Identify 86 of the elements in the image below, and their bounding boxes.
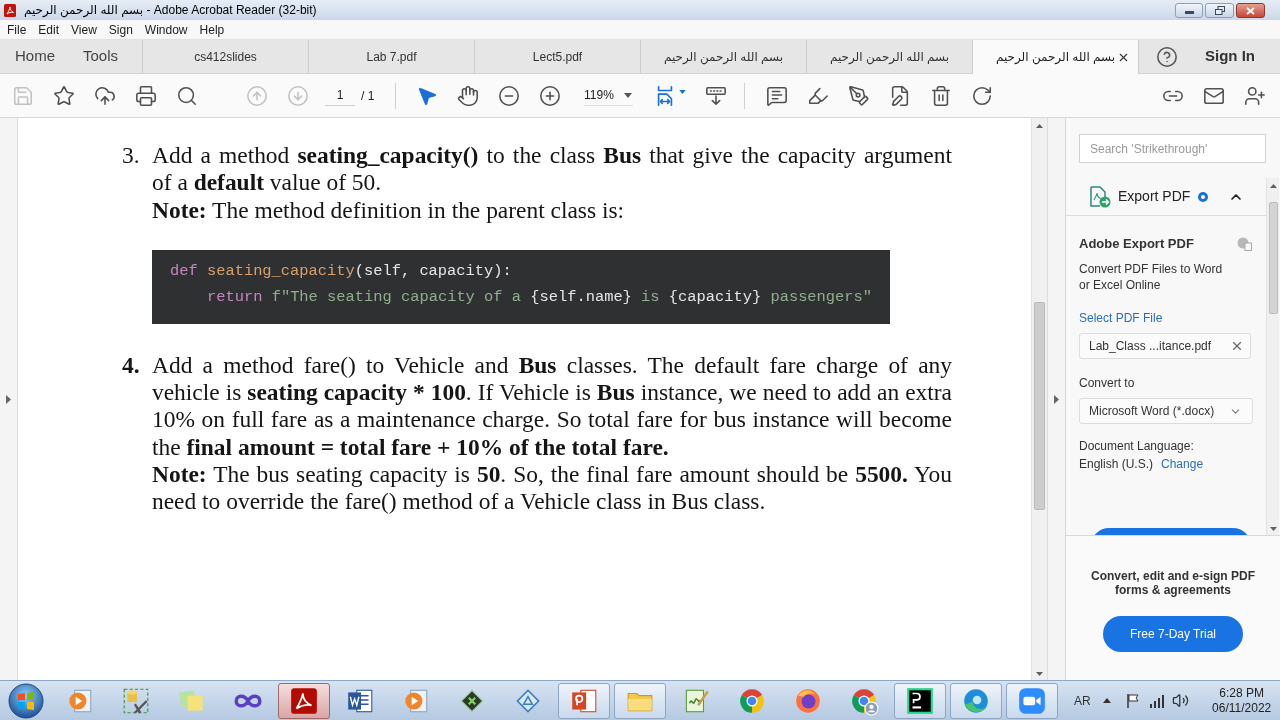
badge-icon xyxy=(1198,191,1209,202)
close-icon xyxy=(1246,6,1255,15)
scrollbar-thumb[interactable] xyxy=(1034,302,1045,510)
menu-item[interactable]: Help xyxy=(199,20,225,39)
scroll-down-icon[interactable] xyxy=(1269,527,1277,531)
pdf-icon xyxy=(4,3,16,17)
window-title: بسم الله الرحمن الرحيم - Adobe Acrobat Reader (32-bit) xyxy=(24,2,317,20)
section-heading: Adobe Export PDF xyxy=(1079,236,1194,252)
scroll-up-icon[interactable] xyxy=(1036,124,1043,128)
instruction-text: Add a method fare() to Vehicle and Bus classes. The default fare charge of any vehicle is seating capacity * 100. If Vehicle is Bus instance, we need to add an extra 10% on full fare as a maintenance charge. So total fare for bus instance will become the final amount = total fare + 10% of the total fare. xyxy=(152,351,952,462)
menu-item[interactable]: Sign xyxy=(108,20,133,39)
pdf-icon xyxy=(289,685,319,716)
caret-icon[interactable] xyxy=(678,89,686,94)
nav-link[interactable]: Home xyxy=(15,45,55,68)
format-dropdown[interactable]: Microsoft Word (*.docx) xyxy=(1079,398,1253,424)
search-icon[interactable] xyxy=(175,84,198,107)
nav-link[interactable]: Tools xyxy=(83,45,119,68)
language-value: English (U.S.) xyxy=(1079,456,1154,472)
scroll-down-icon[interactable] xyxy=(1036,672,1043,676)
flag-icon[interactable] xyxy=(1124,692,1141,709)
scrollbar[interactable] xyxy=(1266,178,1279,535)
signal-icon[interactable] xyxy=(1148,693,1165,708)
taskbar-button[interactable] xyxy=(894,682,946,719)
caret-icon xyxy=(623,92,632,98)
field-label: Convert to xyxy=(1079,375,1135,391)
document-arrow-icon xyxy=(1089,185,1111,208)
menu-item[interactable]: Window xyxy=(144,20,188,39)
pen-nib-icon[interactable] xyxy=(848,84,871,107)
scrollbar-thumb[interactable] xyxy=(1268,202,1278,314)
scrollbar[interactable] xyxy=(1031,118,1047,680)
help-icon[interactable] xyxy=(1156,45,1178,68)
print-icon[interactable] xyxy=(134,84,157,107)
instruction-text: Note: The bus seating capacity is 50. So, the final fare amount should be 5500. You need to override the fare() method of a Vehicle class in Bus class. xyxy=(152,461,952,516)
page-count: / 1 xyxy=(361,87,375,105)
free-trial-button[interactable]: Free 7-Day Trial xyxy=(1103,616,1243,652)
minimize-button[interactable] xyxy=(1175,3,1203,18)
add-user-icon[interactable] xyxy=(1243,84,1266,107)
search-field[interactable]: Search 'Strikethrough' xyxy=(1079,134,1266,163)
description-text: Convert PDF Files to Word or Excel Online xyxy=(1079,261,1224,293)
select-file-link[interactable]: Select PDF File xyxy=(1079,310,1163,326)
video-camera-icon xyxy=(1017,685,1047,716)
code-editor-icon xyxy=(905,685,935,716)
clear-icon[interactable] xyxy=(1230,339,1244,353)
start-icon[interactable] xyxy=(8,682,44,719)
menu-item[interactable]: View xyxy=(71,20,97,39)
hand-icon[interactable] xyxy=(456,84,479,107)
documents-icon xyxy=(1237,237,1252,251)
export-pdf-header[interactable]: Export PDF xyxy=(1066,178,1266,216)
caret-up-icon[interactable] xyxy=(1102,698,1111,703)
restore-icon xyxy=(1214,6,1225,15)
change-link[interactable]: Change xyxy=(1161,456,1204,472)
scroll-up-icon[interactable] xyxy=(1269,184,1277,188)
code-line: return f"The seating capacity of a {self.name} is {capacity} passengers" xyxy=(206,286,874,308)
zoom-in-icon[interactable] xyxy=(538,84,561,107)
zoom-dropdown[interactable]: 119% xyxy=(584,85,633,106)
promo-text: Convert, edit and e-sign PDF forms & agreements xyxy=(1090,569,1256,597)
page-number-field[interactable]: 1 xyxy=(325,85,355,106)
trash-icon[interactable] xyxy=(930,84,953,107)
taskbar-button[interactable] xyxy=(278,682,330,719)
menu-item[interactable]: File xyxy=(7,20,27,39)
rotate-icon[interactable] xyxy=(971,84,994,107)
file-field[interactable]: Lab_Class ...itance.pdf xyxy=(1079,333,1251,359)
close-button[interactable] xyxy=(1236,3,1265,18)
menu-item[interactable]: Edit xyxy=(38,20,60,39)
comment-icon[interactable] xyxy=(766,84,789,107)
panel-title: Export PDF xyxy=(1118,187,1191,206)
code-line: def seating_capacity(self, capacity): xyxy=(170,260,513,282)
instruction-text: Note: The method definition in the parent class is: xyxy=(152,196,626,224)
item-number: 4. xyxy=(122,351,141,380)
star-icon[interactable] xyxy=(52,84,75,107)
item-number: 3. xyxy=(122,142,141,170)
document-tab[interactable]: بسم الله الرحمن الرحيم xyxy=(972,40,1138,74)
minimize-icon xyxy=(1184,11,1194,14)
field-label: Document Language: xyxy=(1079,438,1194,454)
language-indicator[interactable]: AR xyxy=(1074,691,1091,710)
zoom-out-icon[interactable] xyxy=(497,84,520,107)
panel-toggle-icon[interactable] xyxy=(1054,394,1059,404)
restore-button[interactable] xyxy=(1205,3,1234,18)
panel-toggle-icon[interactable] xyxy=(6,394,11,404)
instruction-text: Add a method seating_capacity() to the class Bus that give the capacity argument of a default value of 50. xyxy=(152,142,952,197)
clock-date[interactable]: 06/11/2022 xyxy=(1212,700,1272,716)
cloud-upload-icon[interactable] xyxy=(93,84,116,107)
volume-icon[interactable] xyxy=(1171,692,1189,709)
sign-in-link[interactable]: Sign In xyxy=(1205,45,1255,68)
page-scroll-icon[interactable] xyxy=(704,84,727,107)
clock-time[interactable]: 6:28 PM xyxy=(1219,685,1264,701)
